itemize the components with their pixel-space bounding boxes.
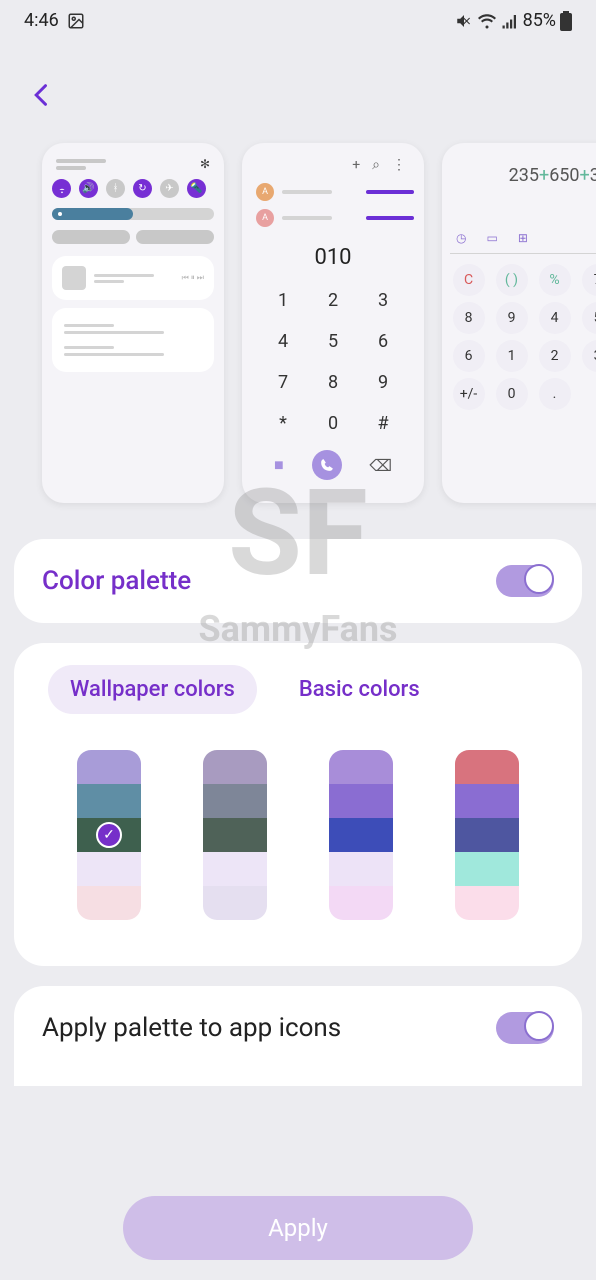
search-icon: ⌕ <box>372 157 380 173</box>
color-palette-label: Color palette <box>42 566 191 596</box>
color-palette-toggle[interactable] <box>496 565 554 597</box>
apply-to-icons-toggle[interactable] <box>496 1012 554 1044</box>
grid-icon: ⊞ <box>518 231 528 245</box>
keypad-key: # <box>360 405 406 442</box>
keypad-key: 8 <box>310 364 356 401</box>
video-call-icon: ■ <box>274 455 284 475</box>
palette-swatches: ✓ <box>32 744 564 926</box>
call-button-icon <box>312 450 342 480</box>
notification-card <box>52 308 214 372</box>
keypad-key: 7 <box>260 364 306 401</box>
color-selection-section: Wallpaper colors Basic colors ✓ <box>14 643 582 966</box>
plus-icon: + <box>352 157 360 173</box>
wifi-toggle-icon <box>52 179 71 198</box>
calculator-key: 6 <box>453 340 485 372</box>
calculator-expression: 235+650+37 <box>450 155 596 196</box>
keypad: 123 456 789 *0# <box>252 282 414 442</box>
palette-swatch-1[interactable] <box>203 750 267 920</box>
calculator-key: 8 <box>453 302 485 334</box>
airplane-toggle-icon: ✈ <box>160 179 179 198</box>
preview-calculator: 235+650+37 12 ◷ ▭ ⊞ C( )%789456123+/-0. <box>442 143 596 503</box>
keypad-key: 5 <box>310 323 356 360</box>
keypad-key: 4 <box>260 323 306 360</box>
picture-icon <box>67 12 85 30</box>
calculator-key: 3 <box>582 340 596 372</box>
more-icon: ⋮ <box>392 157 406 173</box>
avatar-icon: A <box>256 209 274 227</box>
palette-swatch-3[interactable] <box>455 750 519 920</box>
calculator-result: 12 <box>450 196 596 227</box>
status-bar: 4:46 85% <box>0 0 596 41</box>
ruler-icon: ▭ <box>486 231 497 245</box>
tab-wallpaper-colors[interactable]: Wallpaper colors <box>48 665 257 714</box>
calculator-key: +/- <box>453 378 485 410</box>
calculator-key: C <box>453 264 485 296</box>
history-icon: ◷ <box>456 231 466 245</box>
keypad-key: 6 <box>360 323 406 360</box>
calculator-key: 5 <box>582 302 596 334</box>
flashlight-toggle-icon: 🔦 <box>187 179 206 198</box>
gear-icon: ✻ <box>200 157 210 171</box>
calculator-key: . <box>539 378 571 410</box>
bluetooth-toggle-icon: ᚼ <box>106 179 125 198</box>
signal-icon <box>501 12 519 30</box>
wifi-icon <box>477 12 497 30</box>
tab-basic-colors[interactable]: Basic colors <box>277 665 442 714</box>
rotate-toggle-icon: ↻ <box>133 179 152 198</box>
quick-toggles: 🔊 ᚼ ↻ ✈ 🔦 <box>52 179 214 198</box>
avatar-icon: A <box>256 183 274 201</box>
color-palette-row[interactable]: Color palette <box>14 539 582 623</box>
backspace-icon: ⌫ <box>369 456 392 475</box>
page-header <box>0 41 596 133</box>
theme-preview-carousel[interactable]: ✻ 🔊 ᚼ ↻ ✈ 🔦 ⏮ ⏸ ⏭ + ⌕ ⋮ A A <box>0 133 596 533</box>
calculator-key: 2 <box>539 340 571 372</box>
keypad-key: 9 <box>360 364 406 401</box>
check-icon: ✓ <box>96 822 122 848</box>
calculator-key: 1 <box>496 340 528 372</box>
keypad-key: 3 <box>360 282 406 319</box>
keypad-key: 0 <box>310 405 356 442</box>
dialed-number: 010 <box>252 245 414 270</box>
calculator-key: 0 <box>496 378 528 410</box>
apply-to-icons-label: Apply palette to app icons <box>42 1013 341 1043</box>
calculator-key: % <box>539 264 571 296</box>
status-time: 4:46 <box>24 10 59 31</box>
calculator-key: 4 <box>539 302 571 334</box>
battery-icon <box>560 11 572 31</box>
preview-dialer: + ⌕ ⋮ A A 010 123 456 789 *0# ■ ⌫ <box>242 143 424 503</box>
keypad-key: 1 <box>260 282 306 319</box>
sound-toggle-icon: 🔊 <box>79 179 98 198</box>
brightness-slider <box>52 208 214 220</box>
palette-swatch-0[interactable]: ✓ <box>77 750 141 920</box>
calculator-key: ( ) <box>496 264 528 296</box>
color-tabs: Wallpaper colors Basic colors <box>32 665 564 714</box>
palette-swatch-2[interactable] <box>329 750 393 920</box>
apply-button[interactable]: Apply <box>123 1196 473 1260</box>
media-card: ⏮ ⏸ ⏭ <box>52 256 214 300</box>
keypad-key: * <box>260 405 306 442</box>
mute-icon <box>455 12 473 30</box>
preview-quick-settings: ✻ 🔊 ᚼ ↻ ✈ 🔦 ⏮ ⏸ ⏭ <box>42 143 224 503</box>
battery-percent: 85% <box>523 10 556 31</box>
calculator-key: 7 <box>582 264 596 296</box>
apply-to-icons-row[interactable]: Apply palette to app icons <box>14 986 582 1086</box>
keypad-key: 2 <box>310 282 356 319</box>
back-button[interactable] <box>28 81 568 113</box>
calculator-keys: C ( )% 7 8945 6123 +/- 0. <box>450 264 596 410</box>
calculator-key: 9 <box>496 302 528 334</box>
